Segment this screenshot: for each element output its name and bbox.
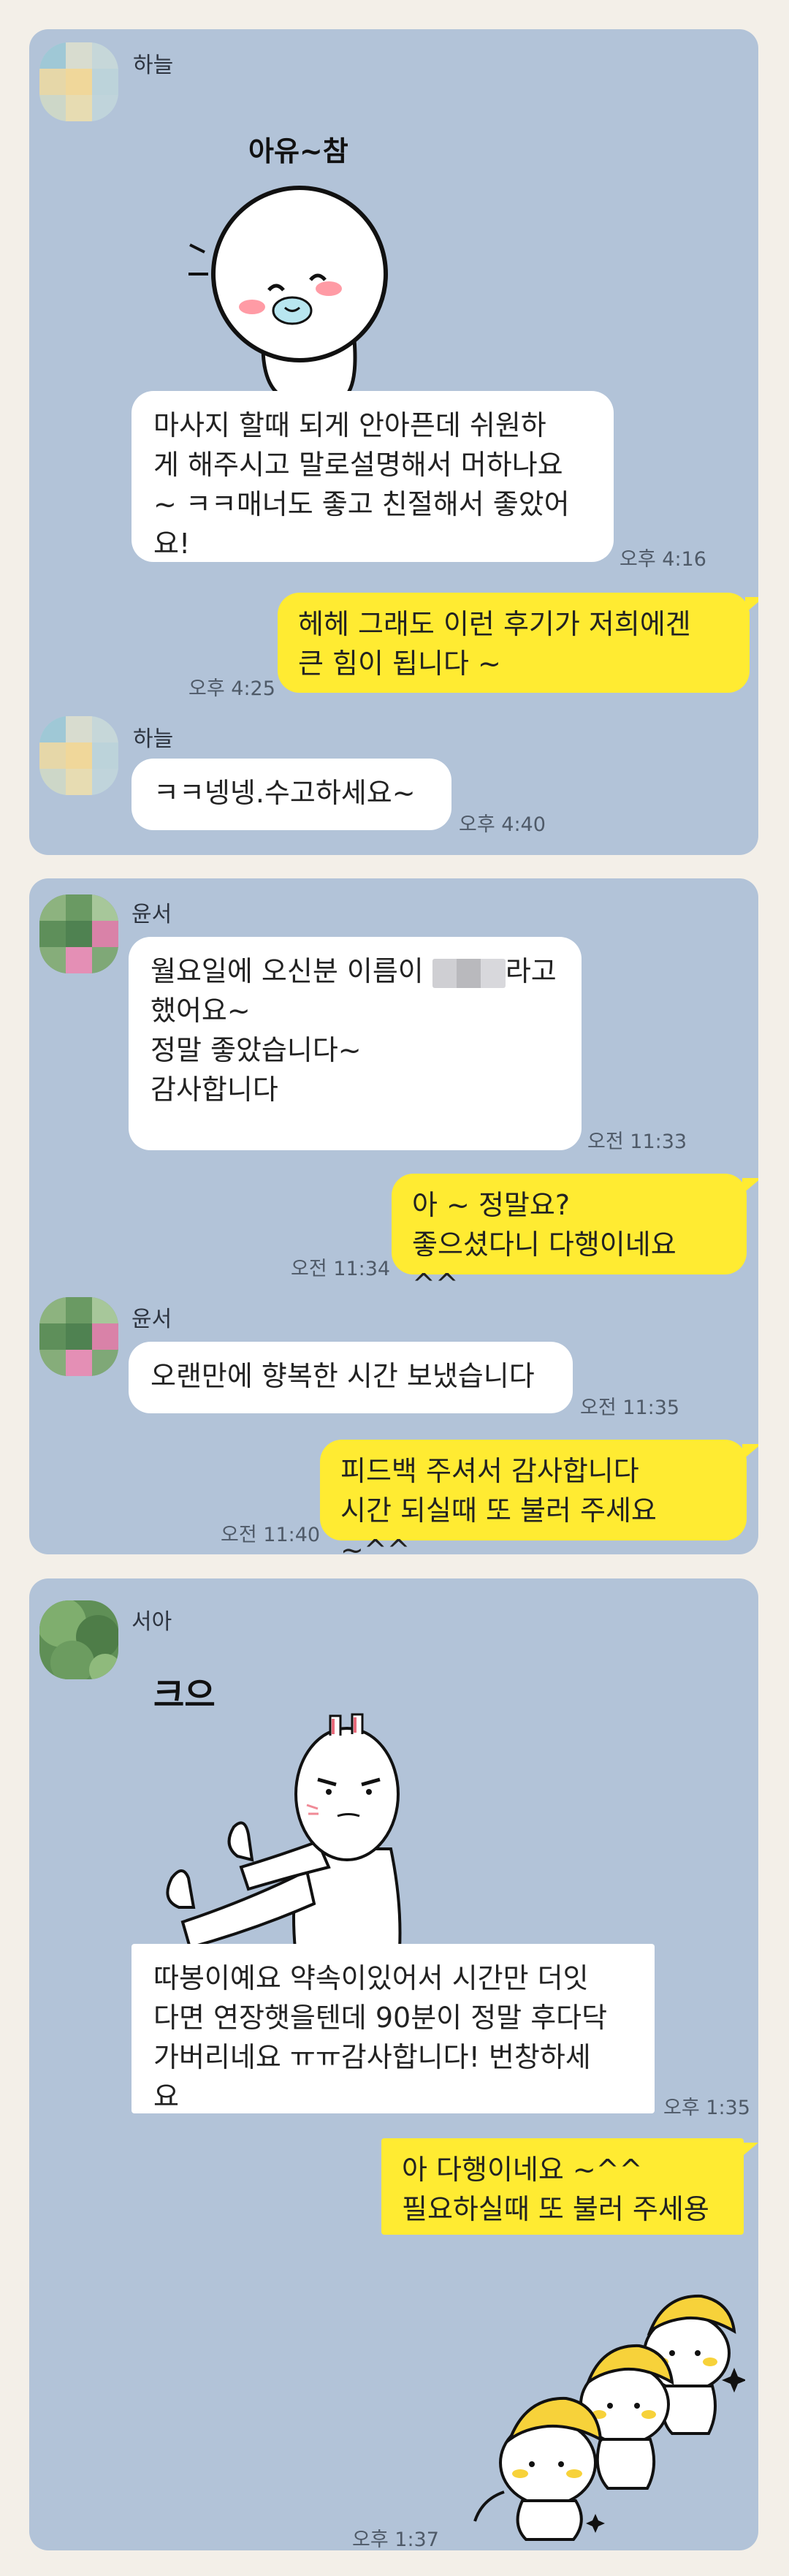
message-time: 오후 4:16: [620, 548, 706, 571]
my-message-bubble[interactable]: 아 ~ 정말요? 좋으셨다니 다행이네요 ^^: [392, 1174, 747, 1300]
profile-avatar[interactable]: [39, 42, 118, 121]
message-time: 오전 11:33: [587, 1131, 687, 1153]
sender-name: 윤서: [132, 902, 172, 927]
bubble-tail: [745, 597, 758, 613]
message-bubble[interactable]: 오랜만에 향복한 시간 보냈습니다: [129, 1342, 573, 1413]
my-message-bubble[interactable]: 헤헤 그래도 이런 후기가 저희에겐 큰 힘이 됩니다 ~: [278, 593, 750, 693]
message-text: 월요일에 오신분 이름이: [150, 955, 432, 987]
bubble-tail: [739, 2143, 758, 2159]
message-bubble[interactable]: 따봉이예요 약속이있어서 시간만 더잇 다면 연장햇을텐데 90분이 정말 후다…: [132, 1944, 655, 2113]
message-time: 오전 11:40: [221, 1524, 321, 1546]
message-time: 오후 1:35: [663, 2097, 750, 2119]
message-bubble[interactable]: 월요일에 오신분 이름이 라고 했어요~ 정말 좋았습니다~ 감사합니다: [129, 937, 582, 1150]
sender-name: 하늘: [133, 53, 174, 78]
my-message-bubble[interactable]: 아 다행이네요 ~^^ 필요하실때 또 불러 주세용: [381, 2138, 744, 2235]
sticker-caption: 크으: [153, 1675, 216, 1714]
message-time: 오전 11:35: [580, 1397, 680, 1419]
redacted-name: [432, 958, 506, 988]
profile-avatar[interactable]: [39, 716, 118, 795]
sender-name: 하늘: [133, 726, 174, 752]
chat-card-1: 하늘 아유~참 마사지 할때 되게 안아픈데 쉬원하 게 해주시고 말로설명해서…: [29, 29, 758, 855]
message-time: 오후 4:25: [188, 677, 275, 700]
my-message-bubble[interactable]: 피드백 주셔서 감사합니다 시간 되실때 또 불러 주세요 ~^^: [320, 1440, 747, 1554]
bubble-tail: [742, 1178, 758, 1194]
sender-name: 윤서: [132, 1307, 172, 1332]
message-time: 오후 4:40: [459, 813, 546, 836]
white-blob-sticker: 아유~참: [175, 99, 416, 406]
profile-avatar[interactable]: [39, 894, 118, 973]
message-bubble[interactable]: ㅋㅋ넹넹.수고하세요~: [132, 759, 451, 830]
message-time: 오후 1:37: [352, 2528, 439, 2550]
banana-rabbits-sticker: [446, 2251, 747, 2543]
profile-avatar[interactable]: [39, 1600, 118, 1679]
chat-card-3: 서아 크으 따봉이예요 약속이있어서 시간만 더잇 다면 연장햇을텐데 90분이…: [29, 1578, 758, 2550]
sticker-caption: 아유~참: [248, 135, 348, 167]
message-time: 오전 11:34: [291, 1258, 391, 1280]
chat-card-2: 윤서 월요일에 오신분 이름이 라고 했어요~ 정말 좋았습니다~ 감사합니다 …: [29, 878, 758, 1554]
sender-name: 서아: [132, 1609, 172, 1635]
message-bubble[interactable]: 마사지 할때 되게 안아픈데 쉬원하 게 해주시고 말로설명해서 머하나요 ~ …: [132, 391, 614, 562]
bubble-tail: [742, 1444, 758, 1460]
profile-avatar[interactable]: [39, 1297, 118, 1376]
